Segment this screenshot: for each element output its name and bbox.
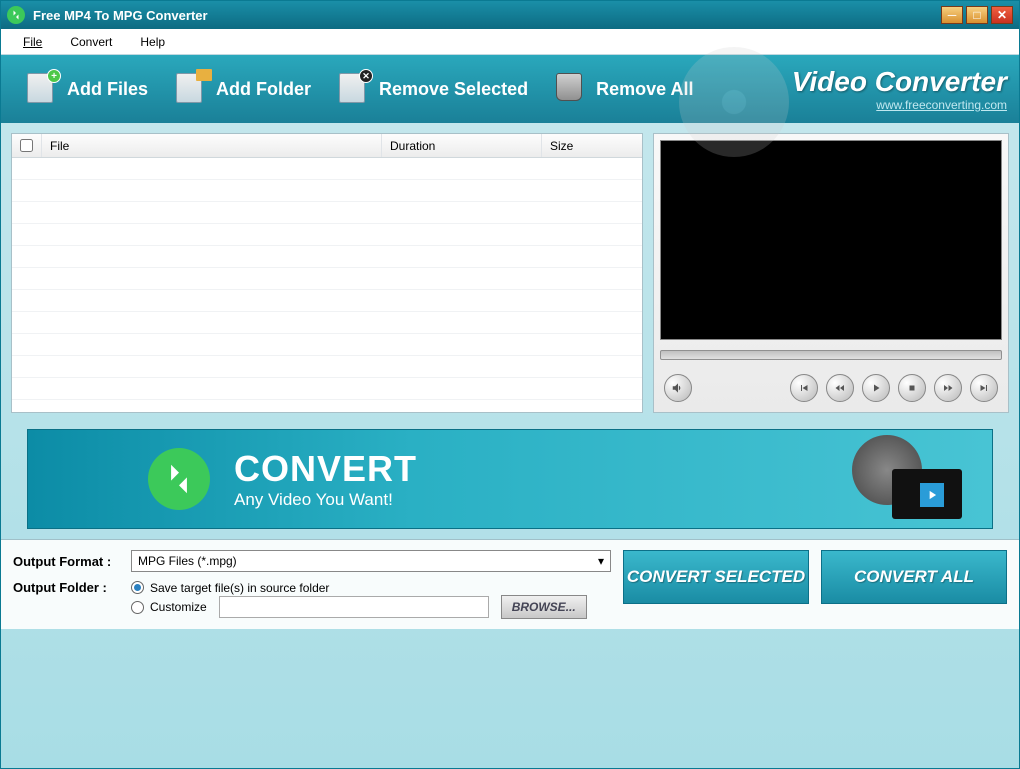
save-source-radio[interactable] [131,581,144,594]
titlebar: Free MP4 To MPG Converter ─ □ ✕ [1,1,1019,29]
table-row[interactable] [12,202,642,224]
col-size[interactable]: Size [542,134,642,157]
menu-file[interactable]: File [9,31,56,53]
add-files-button[interactable]: + Add Files [13,67,162,111]
window-controls: ─ □ ✕ [941,6,1013,24]
table-header: File Duration Size [12,134,642,158]
col-duration[interactable]: Duration [382,134,542,157]
seek-row [660,346,1002,364]
table-row[interactable] [12,312,642,334]
menubar: File Convert Help [1,29,1019,55]
brand-area: Video Converter www.freeconverting.com [792,66,1007,112]
table-body [12,158,642,412]
custom-folder-input[interactable] [219,596,489,618]
customize-radio[interactable] [131,601,144,614]
banner-title: CONVERT [234,448,417,490]
table-row[interactable] [12,246,642,268]
preview-panel [653,133,1009,413]
add-folder-icon [176,73,208,105]
brand-link[interactable]: www.freeconverting.com [876,98,1007,112]
output-settings: Output Format : MPG Files (*.mpg) ▾ Outp… [13,550,623,619]
brand-title: Video Converter [792,66,1007,98]
play-icon [920,483,944,507]
convert-selected-button[interactable]: CONVERT SELECTED [623,550,809,604]
chevron-down-icon: ▾ [598,554,604,568]
table-row[interactable] [12,290,642,312]
table-row[interactable] [12,378,642,400]
output-format-select[interactable]: MPG Files (*.mpg) ▾ [131,550,611,572]
table-row[interactable] [12,180,642,202]
trash-icon [556,73,588,105]
forward-button[interactable] [934,374,962,402]
add-folder-button[interactable]: Add Folder [162,67,325,111]
action-buttons: CONVERT SELECTED CONVERT ALL [623,550,1007,604]
file-table: File Duration Size [11,133,643,413]
skip-forward-button[interactable] [970,374,998,402]
output-format-label: Output Format : [13,554,131,569]
volume-button[interactable] [664,374,692,402]
save-source-label: Save target file(s) in source folder [150,581,329,595]
app-window: Free MP4 To MPG Converter ─ □ ✕ File Con… [0,0,1020,769]
remove-selected-button[interactable]: ✕ Remove Selected [325,67,542,111]
toolbar: + Add Files Add Folder ✕ Remove Selected… [1,55,1019,123]
banner-graphic [842,439,962,519]
table-row[interactable] [12,268,642,290]
stop-button[interactable] [898,374,926,402]
add-folder-label: Add Folder [216,79,311,100]
customize-label: Customize [150,600,207,614]
add-files-label: Add Files [67,79,148,100]
convert-all-button[interactable]: CONVERT ALL [821,550,1007,604]
menu-convert[interactable]: Convert [56,31,126,53]
play-button[interactable] [862,374,890,402]
table-row[interactable] [12,224,642,246]
table-row[interactable] [12,158,642,180]
table-row[interactable] [12,334,642,356]
maximize-button[interactable]: □ [966,6,988,24]
add-file-icon: + [27,73,59,105]
banner-text: CONVERT Any Video You Want! [234,448,417,510]
output-format-value: MPG Files (*.mpg) [138,554,237,568]
player-controls [660,370,1002,406]
remove-selected-icon: ✕ [339,73,371,105]
menu-help[interactable]: Help [126,31,179,53]
close-button[interactable]: ✕ [991,6,1013,24]
remove-all-label: Remove All [596,79,693,100]
col-file[interactable]: File [42,134,382,157]
convert-icon [148,448,210,510]
window-title: Free MP4 To MPG Converter [33,8,941,23]
select-all-checkbox[interactable] [20,139,33,152]
video-preview [660,140,1002,340]
minimize-button[interactable]: ─ [941,6,963,24]
clapper-icon [892,469,962,519]
banner-subtitle: Any Video You Want! [234,490,417,510]
rewind-button[interactable] [826,374,854,402]
skip-back-button[interactable] [790,374,818,402]
select-all-cell [12,134,42,157]
seek-bar[interactable] [660,350,1002,360]
output-folder-label: Output Folder : [13,580,131,595]
app-icon [7,6,25,24]
output-panel: Output Format : MPG Files (*.mpg) ▾ Outp… [1,539,1019,629]
table-row[interactable] [12,356,642,378]
remove-all-button[interactable]: Remove All [542,67,707,111]
content-row: File Duration Size [1,123,1019,423]
remove-selected-label: Remove Selected [379,79,528,100]
browse-button[interactable]: BROWSE... [501,595,587,619]
convert-banner: CONVERT Any Video You Want! [27,429,993,529]
